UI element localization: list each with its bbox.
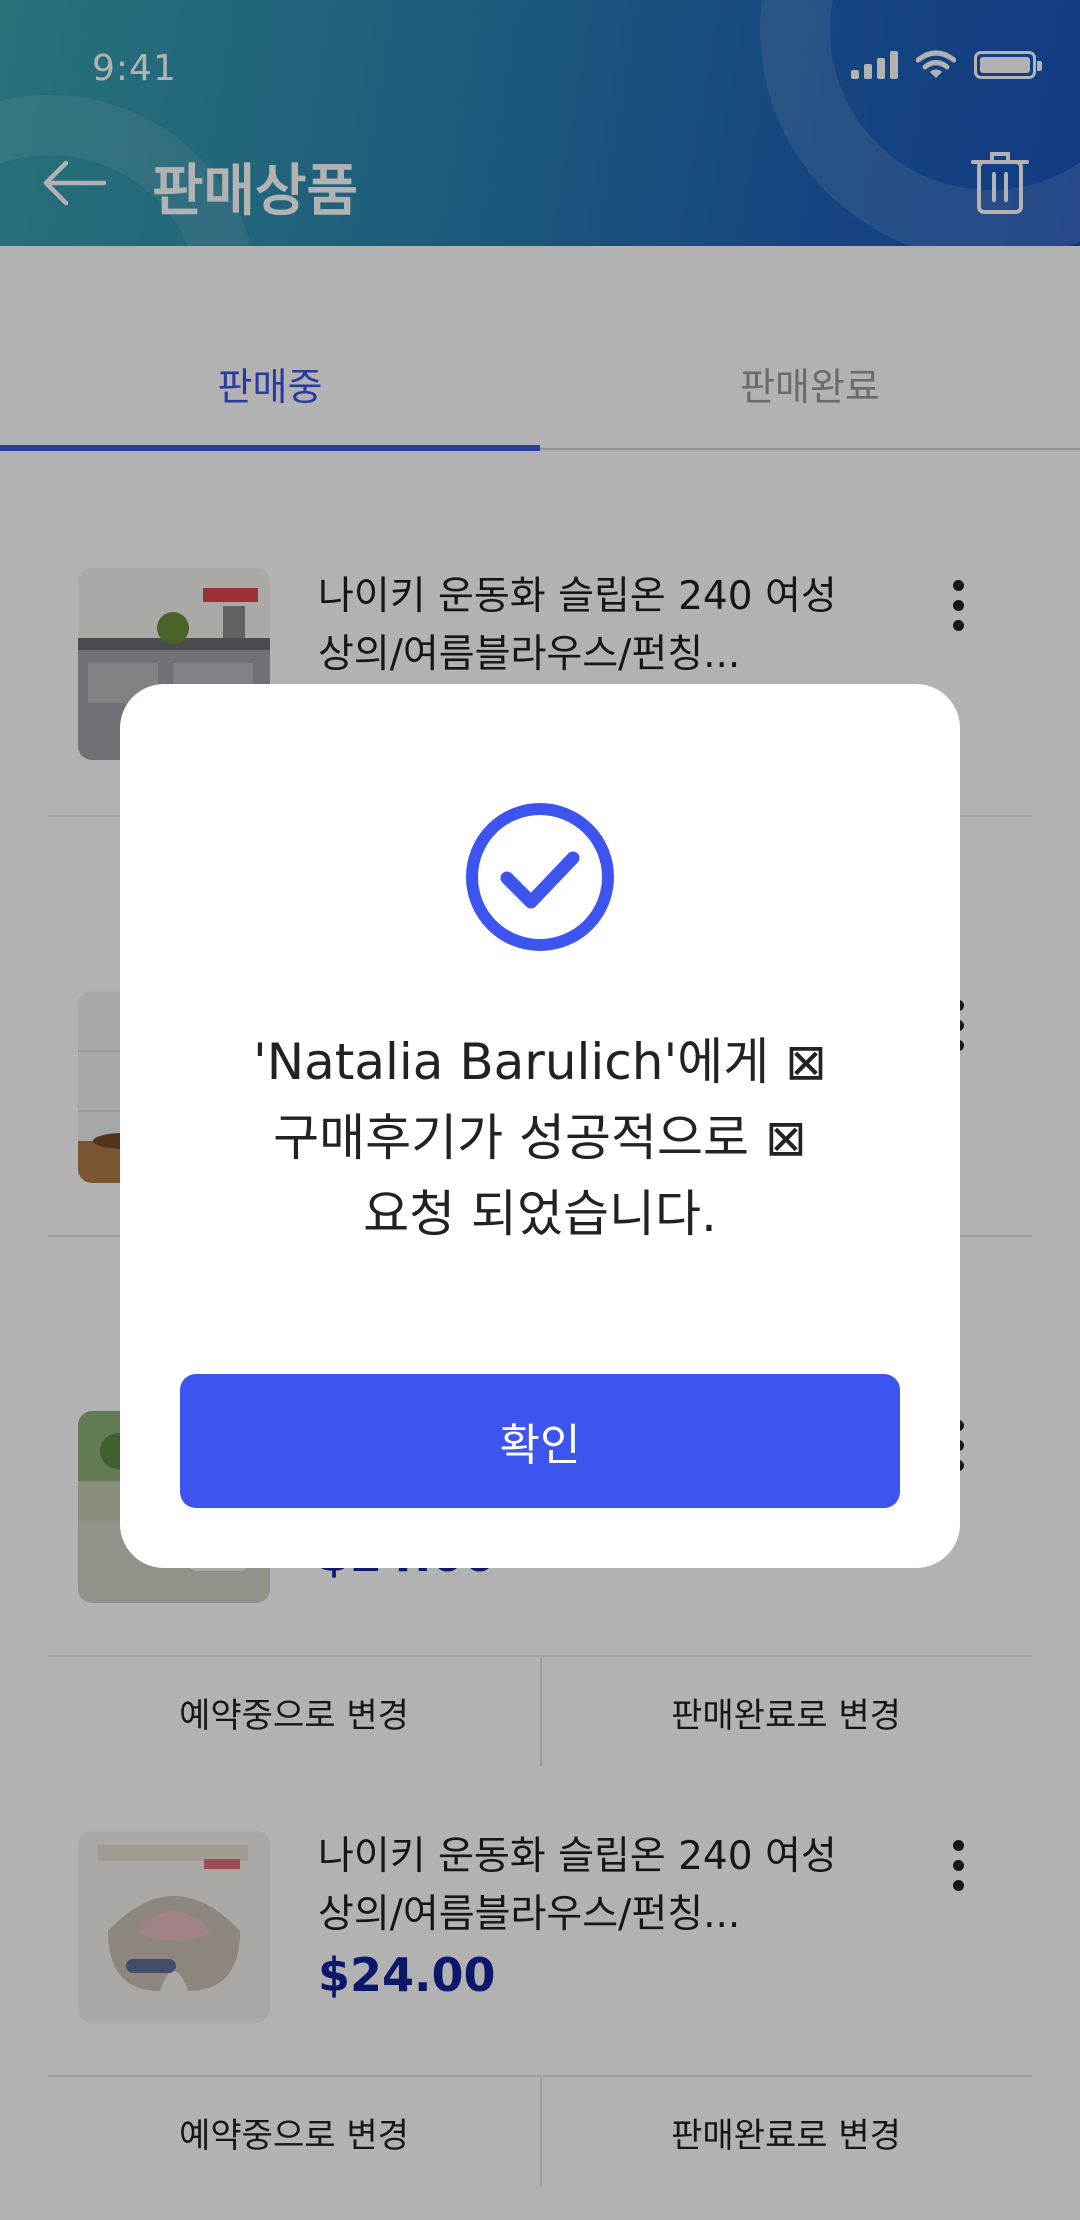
dialog-message-line: 'Natalia Barulich'에게 ⊠ — [252, 1033, 828, 1091]
success-dialog: 'Natalia Barulich'에게 ⊠ 구매후기가 성공적으로 ⊠ 요청 … — [120, 684, 960, 1568]
check-circle-icon — [466, 803, 614, 951]
dialog-message: 'Natalia Barulich'에게 ⊠ 구매후기가 성공적으로 ⊠ 요청 … — [160, 1024, 920, 1252]
confirm-button[interactable]: 확인 — [180, 1374, 900, 1508]
dialog-message-line: 구매후기가 성공적으로 ⊠ — [273, 1109, 807, 1167]
dialog-message-line: 요청 되었습니다. — [363, 1185, 717, 1243]
